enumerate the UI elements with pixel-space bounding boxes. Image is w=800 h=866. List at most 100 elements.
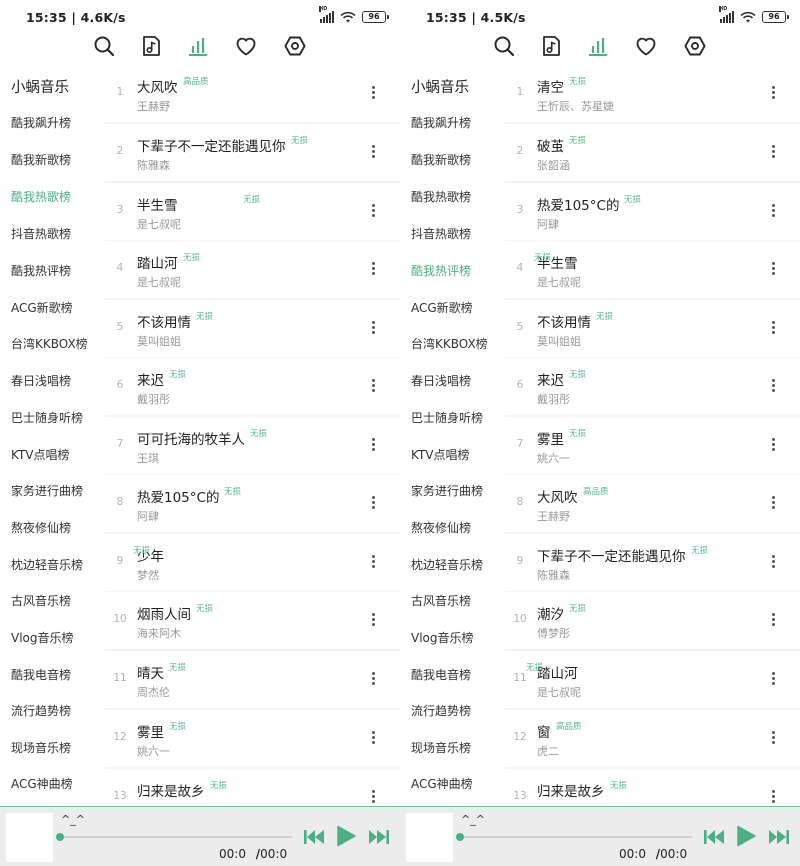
music-note-icon[interactable] bbox=[539, 34, 563, 58]
more-options-icon[interactable] bbox=[366, 494, 380, 514]
song-row[interactable]: 1 大风吹 高品质 王赫野 bbox=[105, 65, 400, 122]
more-options-icon[interactable] bbox=[366, 84, 380, 104]
more-options-icon[interactable] bbox=[366, 729, 380, 749]
song-row[interactable]: 8 大风吹 高品质 王赫野 bbox=[505, 475, 800, 532]
category-item[interactable]: ACG神曲榜 bbox=[11, 775, 73, 792]
category-item[interactable]: 抖音热歌榜 bbox=[11, 225, 71, 242]
category-item[interactable]: 春日浅唱榜 bbox=[11, 372, 71, 389]
search-icon[interactable] bbox=[492, 34, 516, 58]
more-options-icon[interactable] bbox=[366, 670, 380, 690]
song-row[interactable]: 11 晴天 无损 周杰伦 bbox=[105, 651, 400, 708]
category-item[interactable]: 酷我飙升榜 bbox=[411, 114, 471, 131]
song-row[interactable]: 12 雾里 无损 姚六一 bbox=[105, 710, 400, 767]
song-row[interactable]: 13 归来是故乡 无损 bbox=[105, 769, 400, 807]
category-item[interactable]: 古风音乐榜 bbox=[411, 592, 471, 609]
song-row[interactable]: 11 踏山河 无损 是七叔呢 bbox=[505, 651, 800, 708]
song-row[interactable]: 7 雾里 无损 姚六一 bbox=[505, 417, 800, 474]
category-item[interactable]: Vlog音乐榜 bbox=[411, 629, 474, 646]
more-options-icon[interactable] bbox=[766, 143, 780, 163]
category-item[interactable]: 台湾KKBOX榜 bbox=[11, 335, 88, 352]
category-item[interactable]: 酷我飙升榜 bbox=[11, 114, 71, 131]
more-options-icon[interactable] bbox=[366, 260, 380, 280]
more-options-icon[interactable] bbox=[766, 84, 780, 104]
category-item[interactable]: 酷我电音榜 bbox=[411, 666, 471, 683]
more-options-icon[interactable] bbox=[366, 202, 380, 222]
category-item[interactable]: 枕边轻音乐榜 bbox=[411, 556, 483, 573]
chart-bars-icon[interactable] bbox=[586, 34, 610, 58]
category-item[interactable]: ACG新歌榜 bbox=[411, 299, 473, 316]
category-item[interactable]: ACG神曲榜 bbox=[411, 775, 473, 792]
more-options-icon[interactable] bbox=[766, 553, 780, 573]
category-item[interactable]: 酷我热歌榜 bbox=[11, 188, 71, 205]
album-cover[interactable] bbox=[6, 813, 53, 862]
progress-bar[interactable] bbox=[56, 833, 292, 841]
category-item[interactable]: 酷我新歌榜 bbox=[411, 151, 471, 168]
heart-icon[interactable] bbox=[634, 34, 658, 58]
category-item[interactable]: Vlog音乐榜 bbox=[11, 629, 74, 646]
more-options-icon[interactable] bbox=[766, 202, 780, 222]
more-options-icon[interactable] bbox=[366, 553, 380, 573]
category-item[interactable]: KTV点唱榜 bbox=[411, 446, 469, 463]
previous-track-icon[interactable] bbox=[703, 828, 725, 846]
progress-bar[interactable] bbox=[456, 833, 692, 841]
song-row[interactable]: 8 热爱105°C的 无损 阿肆 bbox=[105, 475, 400, 532]
category-item[interactable]: 抖音热歌榜 bbox=[411, 225, 471, 242]
category-item[interactable]: 酷我新歌榜 bbox=[11, 151, 71, 168]
category-item[interactable]: 家务进行曲榜 bbox=[11, 482, 83, 499]
category-item[interactable]: 枕边轻音乐榜 bbox=[11, 556, 83, 573]
song-row[interactable]: 4 踏山河 无损 是七叔呢 bbox=[105, 241, 400, 298]
song-row[interactable]: 2 下辈子不一定还能遇见你 无损 陈雅森 bbox=[105, 124, 400, 181]
music-note-icon[interactable] bbox=[139, 34, 163, 58]
song-row[interactable]: 3 热爱105°C的 无损 阿肆 bbox=[505, 183, 800, 240]
next-track-icon[interactable] bbox=[368, 828, 390, 846]
category-item[interactable]: 现场音乐榜 bbox=[411, 739, 471, 756]
more-options-icon[interactable] bbox=[766, 494, 780, 514]
song-row[interactable]: 13 归来是故乡 无损 bbox=[505, 769, 800, 807]
album-cover[interactable] bbox=[406, 813, 453, 862]
settings-hexagon-icon[interactable] bbox=[683, 34, 707, 58]
song-row[interactable]: 1 清空 无损 王忻辰、苏星婕 bbox=[505, 65, 800, 122]
category-item[interactable]: 流行趋势榜 bbox=[411, 702, 471, 719]
more-options-icon[interactable] bbox=[366, 788, 380, 807]
heart-icon[interactable] bbox=[234, 34, 258, 58]
song-row[interactable]: 5 不该用情 无损 莫叫姐姐 bbox=[505, 300, 800, 357]
song-row[interactable]: 5 不该用情 无损 莫叫姐姐 bbox=[105, 300, 400, 357]
song-row[interactable]: 2 破茧 无损 张韶涵 bbox=[505, 124, 800, 181]
category-item[interactable]: 熬夜修仙榜 bbox=[11, 519, 71, 536]
play-icon[interactable] bbox=[335, 824, 357, 848]
more-options-icon[interactable] bbox=[366, 319, 380, 339]
previous-track-icon[interactable] bbox=[303, 828, 325, 846]
more-options-icon[interactable] bbox=[766, 788, 780, 807]
category-item[interactable]: 春日浅唱榜 bbox=[411, 372, 471, 389]
play-icon[interactable] bbox=[735, 824, 757, 848]
song-row[interactable]: 7 可可托海的牧羊人 无损 王琪 bbox=[105, 417, 400, 474]
category-item[interactable]: 酷我电音榜 bbox=[11, 666, 71, 683]
category-item[interactable]: ACG新歌榜 bbox=[11, 299, 73, 316]
more-options-icon[interactable] bbox=[366, 436, 380, 456]
chart-bars-icon[interactable] bbox=[186, 34, 210, 58]
settings-hexagon-icon[interactable] bbox=[283, 34, 307, 58]
category-item[interactable]: 流行趋势榜 bbox=[11, 702, 71, 719]
song-row[interactable]: 3 半生雪 无损 是七叔呢 bbox=[105, 183, 400, 240]
song-row[interactable]: 10 烟雨人间 无损 海来阿木 bbox=[105, 592, 400, 649]
more-options-icon[interactable] bbox=[366, 143, 380, 163]
category-item[interactable]: KTV点唱榜 bbox=[11, 446, 69, 463]
category-item[interactable]: 台湾KKBOX榜 bbox=[411, 335, 488, 352]
category-item[interactable]: 家务进行曲榜 bbox=[411, 482, 483, 499]
more-options-icon[interactable] bbox=[766, 436, 780, 456]
category-item[interactable]: 现场音乐榜 bbox=[11, 739, 71, 756]
next-track-icon[interactable] bbox=[768, 828, 790, 846]
song-row[interactable]: 4 半生雪 无损 是七叔呢 bbox=[505, 241, 800, 298]
category-item[interactable]: 熬夜修仙榜 bbox=[411, 519, 471, 536]
category-item[interactable]: 酷我热歌榜 bbox=[411, 188, 471, 205]
more-options-icon[interactable] bbox=[766, 729, 780, 749]
search-icon[interactable] bbox=[92, 34, 116, 58]
category-item[interactable]: 巴士随身听榜 bbox=[11, 409, 83, 426]
more-options-icon[interactable] bbox=[766, 319, 780, 339]
category-item[interactable]: 酷我热评榜 bbox=[11, 262, 71, 279]
more-options-icon[interactable] bbox=[766, 377, 780, 397]
category-item[interactable]: 巴士随身听榜 bbox=[411, 409, 483, 426]
more-options-icon[interactable] bbox=[766, 260, 780, 280]
song-row[interactable]: 9 下辈子不一定还能遇见你 无损 陈雅森 bbox=[505, 534, 800, 591]
category-item[interactable]: 古风音乐榜 bbox=[11, 592, 71, 609]
